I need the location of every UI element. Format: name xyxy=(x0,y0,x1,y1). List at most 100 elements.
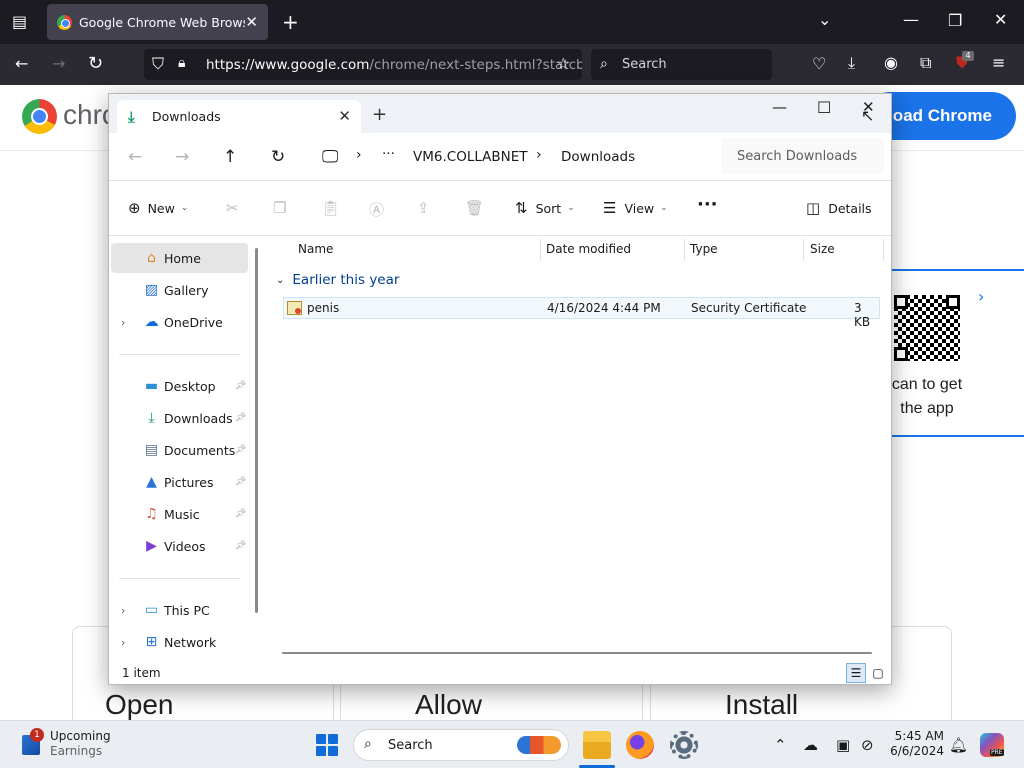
chevron-right-icon[interactable]: › xyxy=(356,147,362,163)
explorer-search-placeholder: Search Downloads xyxy=(737,148,858,164)
back-icon: ← xyxy=(128,147,143,167)
details-pane-button[interactable]: ◫ Details xyxy=(806,199,872,217)
details-view-icon: ☰ xyxy=(850,666,862,680)
chevron-right-icon[interactable]: › xyxy=(978,287,984,306)
pocket-icon[interactable]: ♡ xyxy=(812,56,826,72)
nav-item-onedrive[interactable]: › ☁ OneDrive xyxy=(111,307,248,337)
breadcrumb-overflow-icon[interactable]: ··· xyxy=(382,146,395,162)
firefox-taskbar-icon[interactable] xyxy=(626,731,654,759)
reload-icon[interactable]: ↻ xyxy=(88,55,103,73)
account-icon[interactable]: ◉ xyxy=(884,55,898,71)
taskbar-search[interactable]: ⌕ Search xyxy=(353,729,569,761)
expand-chevron-icon[interactable]: › xyxy=(121,316,125,329)
column-header-name[interactable]: Name xyxy=(298,242,333,264)
pin-icon[interactable]: 📌︎ xyxy=(235,541,246,551)
collapse-chevron-icon[interactable]: ⌄ xyxy=(276,275,284,286)
nav-item-home[interactable]: ⌂ Home xyxy=(111,243,248,273)
firefox-tab-google-chrome[interactable]: Google Chrome Web Browser ✕ xyxy=(47,4,268,40)
new-tab-icon[interactable]: + xyxy=(282,12,299,32)
downloads-icon[interactable]: ⤓ xyxy=(848,55,855,71)
breadcrumb-item[interactable]: VM6.COLLABNET xyxy=(413,149,528,165)
group-header[interactable]: ⌄ Earlier this year xyxy=(276,272,399,288)
pin-icon[interactable]: 📌︎ xyxy=(235,509,246,519)
up-icon[interactable]: ↑ xyxy=(223,147,237,167)
downloads-icon: ⤓ xyxy=(148,410,155,426)
widgets-button[interactable]: Upcoming Earnings xyxy=(50,729,111,759)
bookmark-star-icon[interactable]: ☆ xyxy=(556,56,570,72)
this-pc-icon[interactable]: 🖵︎ xyxy=(322,147,338,167)
nav-item-videos[interactable]: ▶ Videos 📌︎ xyxy=(111,531,248,561)
view-button[interactable]: ☰ View ⌄ xyxy=(603,199,668,217)
chevron-right-icon[interactable]: › xyxy=(536,147,542,163)
nav-item-gallery[interactable]: ▨ Gallery xyxy=(111,275,248,305)
pin-icon[interactable]: 📌︎ xyxy=(235,413,246,423)
column-divider[interactable] xyxy=(684,239,685,261)
firefox-search-input[interactable]: ⌕ Search xyxy=(591,49,772,80)
nav-item-network[interactable]: › ⊞ Network xyxy=(111,627,248,657)
nav-item-pictures[interactable]: ▲ Pictures 📌︎ xyxy=(111,467,248,497)
column-divider[interactable] xyxy=(540,239,541,261)
extensions-icon[interactable]: ⧉ xyxy=(920,55,931,71)
nav-scrollbar[interactable] xyxy=(255,248,258,613)
restore-icon[interactable]: ❐ xyxy=(948,13,962,29)
sort-button[interactable]: ⇅ Sort ⌄ xyxy=(515,199,575,217)
pin-icon[interactable]: 📌︎ xyxy=(235,381,246,391)
show-hidden-icons-chevron-icon[interactable]: ⌃ xyxy=(774,736,787,754)
new-button[interactable]: ⊕ New ⌄ xyxy=(128,199,188,217)
column-header-size[interactable]: Size xyxy=(810,242,835,264)
column-divider[interactable] xyxy=(883,239,884,261)
tiles-view-button[interactable]: ▢ xyxy=(868,663,888,683)
start-button-windows-icon[interactable] xyxy=(316,734,338,756)
menu-icon[interactable]: ≡ xyxy=(992,55,1005,71)
back-icon[interactable]: ← xyxy=(15,56,28,72)
column-header-date-modified[interactable]: Date modified xyxy=(546,242,631,264)
column-header-type[interactable]: Type xyxy=(690,242,718,264)
breadcrumb-item[interactable]: Downloads xyxy=(561,149,635,165)
nav-item-label: Pictures xyxy=(164,474,214,490)
close-tab-icon[interactable]: ✕ xyxy=(245,13,258,31)
nav-item-this-pc[interactable]: › ▭ This PC xyxy=(111,595,248,625)
minimize-icon[interactable]: — xyxy=(772,98,787,116)
explorer-search-input[interactable]: Search Downloads xyxy=(721,138,884,174)
close-tab-icon[interactable]: ✕ xyxy=(338,107,351,125)
onedrive-offline-icon[interactable]: ☁ xyxy=(803,736,818,754)
notifications-bell-icon[interactable]: 🔔︎ xyxy=(949,736,968,754)
expand-chevron-icon[interactable]: › xyxy=(121,636,125,649)
display-icon[interactable]: ▣ xyxy=(836,736,850,754)
maximize-icon[interactable]: ☐ xyxy=(817,98,831,117)
nav-item-desktop[interactable]: ▬ Desktop 📌︎ xyxy=(111,371,248,401)
network-offline-icon[interactable]: ⊘ xyxy=(861,736,874,754)
url-bar[interactable]: ⛉ 🔒︎ https://www.google.com/chrome/next-… xyxy=(144,49,582,80)
file-explorer-taskbar-icon[interactable] xyxy=(579,731,615,768)
search-icon: ⌕ xyxy=(364,736,372,752)
chevron-down-icon: ⌄ xyxy=(567,203,575,213)
pin-icon[interactable]: 📌︎ xyxy=(235,445,246,455)
column-divider[interactable] xyxy=(803,239,804,261)
nav-item-downloads[interactable]: ⤓ Downloads 📌︎ xyxy=(111,403,248,433)
list-all-tabs-icon[interactable]: ⌄ xyxy=(818,12,831,28)
network-icon: ⊞ xyxy=(145,634,158,650)
tracking-shield-icon[interactable]: ⛉ xyxy=(152,56,164,72)
file-row[interactable]: penis 4/16/2024 4:44 PM Security Certifi… xyxy=(283,297,880,329)
horizontal-scrollbar[interactable] xyxy=(282,652,872,654)
nav-item-music[interactable]: ♫ Music 📌︎ xyxy=(111,499,248,529)
minimize-icon[interactable]: — xyxy=(903,12,919,28)
new-tab-icon[interactable]: + xyxy=(372,104,387,125)
more-options-icon[interactable]: ··· xyxy=(697,194,718,215)
downloads-icon: ⤓ xyxy=(128,108,135,126)
pin-icon[interactable]: 📌︎ xyxy=(235,477,246,487)
close-window-icon[interactable]: ✕ xyxy=(994,12,1007,28)
refresh-icon[interactable]: ↻ xyxy=(271,147,285,167)
tab-overview-icon[interactable]: ▤ xyxy=(12,14,27,30)
nav-item-documents[interactable]: ▤ Documents 📌︎ xyxy=(111,435,248,465)
expand-chevron-icon[interactable]: › xyxy=(121,604,125,617)
clock[interactable]: 5:45 AM 6/6/2024 xyxy=(884,729,944,759)
settings-taskbar-icon[interactable] xyxy=(670,731,698,759)
explorer-tab-downloads[interactable]: ⤓ Downloads ✕ xyxy=(117,100,361,133)
pictures-icon: ▲ xyxy=(146,474,157,490)
nav-item-label: This PC xyxy=(164,602,210,618)
firefox-tab-bar: ▤ Google Chrome Web Browser ✕ + ⌄ — ❐ ✕ xyxy=(0,0,1024,44)
explorer-title-bar[interactable]: ⤓ Downloads ✕ + — ☐ ✕ ↖ xyxy=(109,94,891,133)
details-view-button[interactable]: ☰ xyxy=(846,663,866,683)
lock-icon[interactable]: 🔒︎ xyxy=(178,56,185,70)
